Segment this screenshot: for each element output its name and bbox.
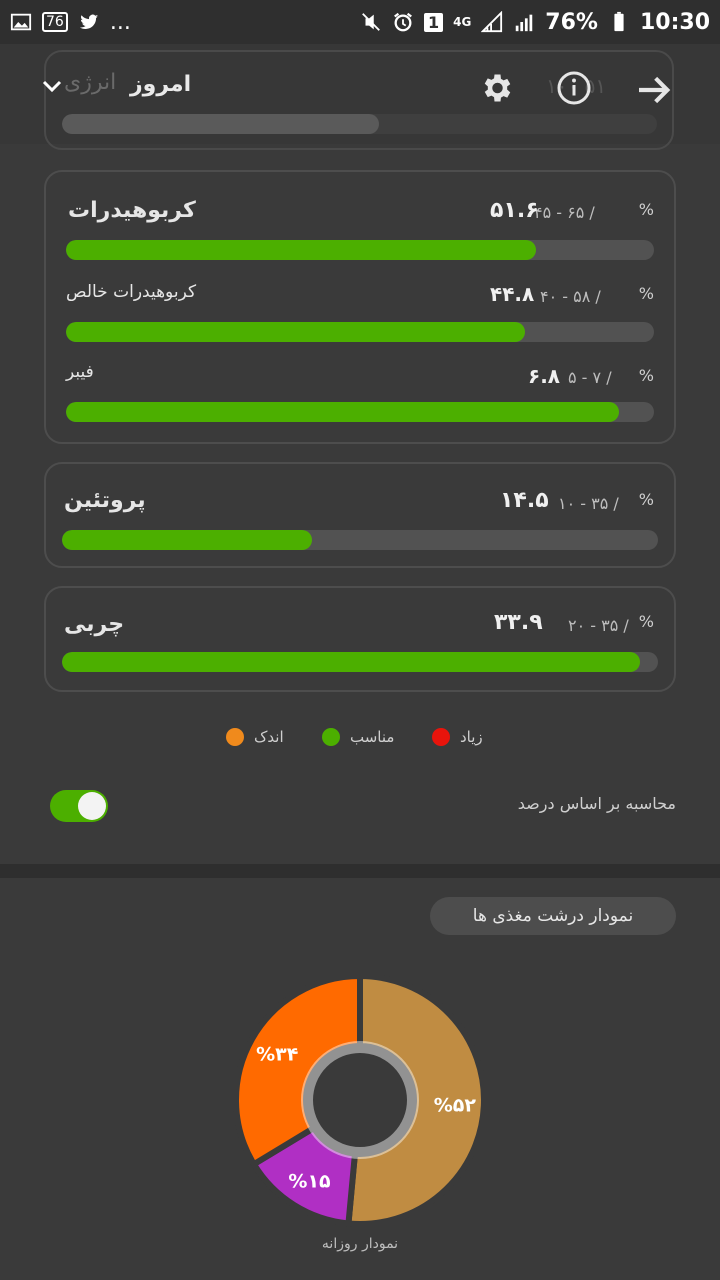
fiber-range: ۵ - ۷ / <box>568 368 612 387</box>
legend-ok-label: مناسب <box>350 728 395 746</box>
chevron-down-icon[interactable] <box>40 74 64 98</box>
donut-label-2: %۳۴ <box>256 1043 298 1065</box>
net-carbs-range: ۴۰ - ۵۸ / <box>540 287 601 306</box>
mute-icon <box>362 13 380 31</box>
carbs-value: ۵۱.۶ <box>490 198 539 223</box>
legend-high-label: زیاد <box>460 728 483 746</box>
toggle-knob <box>78 792 106 820</box>
carbs-range: ۴۵ - ۶۵ / <box>534 203 595 222</box>
more-text: ... <box>109 9 131 35</box>
status-right: 1 4G 76% 10:30 <box>360 10 710 35</box>
net-carbs-percent-sign: % <box>638 284 654 303</box>
notification-count-icon: 76 <box>42 12 68 32</box>
macro-chart-button[interactable]: نمودار درشت مغذی ها <box>430 897 676 935</box>
net-carbs-progress-bar <box>66 322 654 342</box>
signal-icon <box>481 11 503 33</box>
fat-label: چربی <box>64 612 125 637</box>
legend-low: اندک <box>226 728 284 746</box>
fiber-value: ۶.۸ <box>528 364 561 388</box>
battery-percent: 76% <box>545 9 598 35</box>
protein-card: پروتئین % ۱۰ - ۳۵ / ۱۴.۵ <box>44 462 676 568</box>
legend-ok-dot <box>322 728 340 746</box>
fat-progress-bar <box>62 652 658 672</box>
net-carbs-progress-fill <box>66 322 525 342</box>
protein-range: ۱۰ - ۳۵ / <box>558 494 619 513</box>
alarm-icon <box>394 12 412 32</box>
chart-caption: نمودار روزانه <box>321 1236 399 1252</box>
protein-progress-fill <box>62 530 313 550</box>
net-carbs-label: کربوهیدرات خالص <box>66 282 197 302</box>
info-icon[interactable] <box>556 70 592 106</box>
fiber-progress-fill <box>66 402 619 422</box>
macro-donut-chart: %۵۲ %۱۵ %۳۴ <box>233 972 487 1227</box>
carbs-label: کربوهیدرات <box>68 198 196 223</box>
fat-range: ۲۰ - ۳۵ / <box>568 616 629 635</box>
fat-card: چربی % ۲۰ - ۳۵ / ۳۳.۹ <box>44 586 676 692</box>
network-type-icon: 4G <box>453 15 472 29</box>
fiber-progress-bar <box>66 402 654 422</box>
signal-bars-icon <box>516 14 533 32</box>
legend-ok: مناسب <box>322 728 394 746</box>
arrow-right-icon[interactable] <box>634 70 674 110</box>
fat-progress-fill <box>62 652 641 672</box>
twitter-icon <box>79 14 98 29</box>
status-bar: 76 ... 1 4G 76% 10:30 <box>0 0 720 44</box>
status-left: 76 ... <box>10 10 131 35</box>
legend-low-label: اندک <box>254 728 284 746</box>
fat-percent-sign: % <box>638 612 654 631</box>
gear-icon[interactable] <box>478 70 514 106</box>
carbs-progress-fill <box>66 240 537 260</box>
net-carbs-value: ۴۴.۸ <box>490 282 535 306</box>
percent-toggle[interactable] <box>50 790 108 822</box>
carbs-card: کربوهیدرات % ۴۵ - ۶۵ / ۵۱.۶ کربوهیدرات خ… <box>44 170 676 444</box>
legend: زیاد مناسب اندک <box>0 726 720 756</box>
donut-label-0: %۵۲ <box>434 1094 477 1116</box>
protein-label: پروتئین <box>64 488 146 513</box>
protein-percent-sign: % <box>638 490 654 509</box>
clock: 10:30 <box>639 9 710 35</box>
top-toolbar: انرژی امروز ۱۰۰ ۵۱ <box>0 44 720 150</box>
energy-label-faded: انرژی <box>64 70 117 95</box>
section-divider <box>0 864 720 878</box>
date-selector[interactable]: امروز <box>130 72 191 97</box>
legend-high-dot <box>432 728 450 746</box>
donut-hole <box>314 1054 406 1146</box>
fiber-percent-sign: % <box>638 366 654 385</box>
fiber-label: فیبر <box>66 362 94 382</box>
battery-icon <box>614 11 624 32</box>
carbs-progress-bar <box>66 240 654 260</box>
fat-value: ۳۳.۹ <box>494 610 543 635</box>
legend-low-dot <box>226 728 244 746</box>
sim-icon: 1 <box>423 12 444 32</box>
percent-toggle-label: محاسبه بر اساس درصد <box>517 794 676 813</box>
donut-label-1: %۱۵ <box>288 1170 331 1192</box>
protein-value: ۱۴.۵ <box>500 488 549 513</box>
energy-progress-bar <box>62 114 657 134</box>
legend-high: زیاد <box>432 728 483 746</box>
protein-progress-bar <box>62 530 658 550</box>
image-icon <box>10 13 32 31</box>
carbs-percent-sign: % <box>638 200 654 219</box>
